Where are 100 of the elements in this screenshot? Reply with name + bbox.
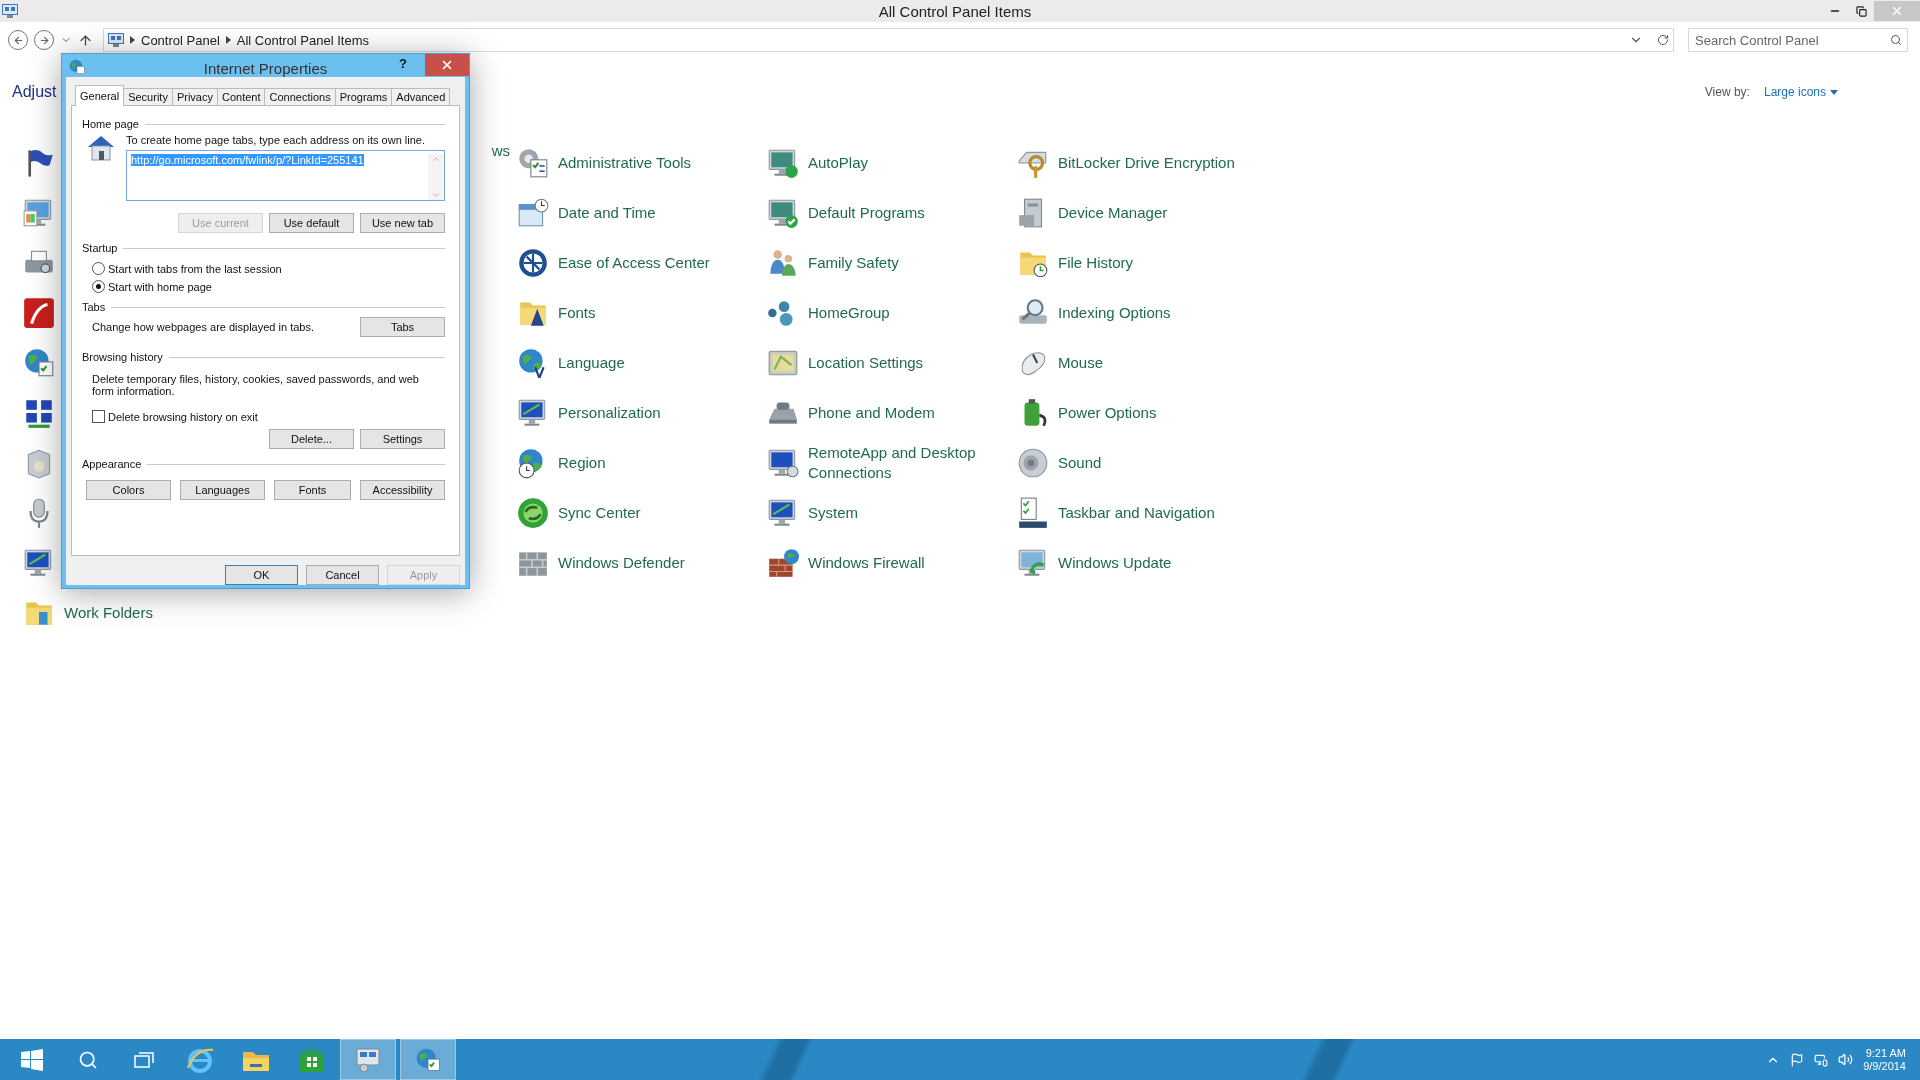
search-icon (78, 1049, 98, 1070)
control-panel-item[interactable]: Windows Update (1016, 538, 1346, 588)
windows-logo-icon (21, 1048, 43, 1071)
store-icon (299, 1046, 325, 1073)
checkbox-option[interactable]: Delete browsing history on exit (92, 410, 445, 423)
control-panel-item[interactable]: Indexing Options (1016, 288, 1346, 338)
section-title: Appearance (82, 458, 142, 470)
breadcrumb[interactable]: All Control Panel Items (236, 32, 369, 48)
radio-option[interactable]: Start with home page (92, 280, 445, 293)
clock[interactable]: 9:21 AM 9/9/2014 (1863, 1046, 1906, 1073)
network-icon[interactable] (1814, 1052, 1829, 1067)
chevron-down-icon (431, 190, 441, 200)
flag-icon[interactable] (1790, 1052, 1805, 1067)
control-panel-item[interactable]: Date and Time (516, 188, 766, 238)
control-panel-item[interactable]: Default Programs (766, 188, 1016, 238)
checklist-icon (1016, 496, 1050, 530)
control-panel-item[interactable]: File History (1016, 238, 1346, 288)
taskbar-button[interactable] (340, 1039, 396, 1080)
close-icon (1890, 4, 1904, 18)
control-panel-item[interactable]: HomeGroup (766, 288, 1016, 338)
home-page-description: To create home page tabs, type each address on its own line. (126, 134, 426, 146)
tab[interactable]: Security (123, 88, 173, 106)
wheel-icon (516, 246, 550, 280)
view-by-dropdown[interactable]: Large icons (1763, 85, 1838, 99)
dialog-button[interactable]: Fonts (274, 480, 351, 500)
breadcrumb-arrow-icon (225, 36, 231, 44)
section-title: Home page (82, 118, 139, 130)
brick-wall-icon (766, 546, 800, 580)
taskbar-button[interactable] (400, 1039, 456, 1080)
control-panel-item[interactable]: Ease of Access Center (516, 238, 766, 288)
control-panel-item[interactable]: Fonts (516, 288, 766, 338)
up-button[interactable] (78, 32, 93, 48)
history-description: Delete temporary files, history, cookies, saved passwords, and web form information. (92, 373, 420, 397)
dialog-button[interactable]: Tabs (360, 317, 445, 337)
arrow-left-icon (12, 34, 24, 46)
search-icon (1890, 34, 1902, 46)
house-icon (86, 134, 116, 162)
dialog-button[interactable]: Settings (360, 429, 445, 449)
control-panel-item[interactable]: RemoteApp and Desktop Connections (766, 438, 1016, 488)
dialog-button[interactable]: Cancel (306, 565, 379, 585)
dialog-button[interactable]: Accessibility (360, 480, 445, 500)
control-panel-item[interactable]: Windows Firewall (766, 538, 1016, 588)
dialog-button[interactable]: Languages (180, 480, 265, 500)
control-panel-item[interactable]: Administrative Tools (516, 138, 766, 188)
dialog-button[interactable]: OK (225, 565, 298, 585)
search-field[interactable]: Search Control Panel (1688, 28, 1908, 52)
dialog-button[interactable]: Colors (86, 480, 171, 500)
control-panel-item[interactable]: Sync Center (516, 488, 766, 538)
dialog-button[interactable]: Use new tab (360, 213, 445, 233)
control-panel-item[interactable]: Work Folders (22, 588, 516, 638)
item-label[interactable]: ws (491, 142, 510, 159)
control-panel-item[interactable]: Taskbar and Navigation (1016, 488, 1346, 538)
control-panel-icon (108, 33, 124, 47)
volume-icon[interactable] (1838, 1052, 1854, 1067)
close-button[interactable] (425, 54, 469, 76)
control-panel-item[interactable]: Location Settings (766, 338, 1016, 388)
control-panel-item[interactable]: Mouse (1016, 338, 1346, 388)
help-button[interactable]: ? (395, 56, 411, 71)
tab[interactable]: Programs (334, 88, 393, 106)
sync-icon (516, 496, 550, 530)
breadcrumb[interactable]: Control Panel (141, 32, 220, 48)
restore-icon (1855, 5, 1867, 17)
section-title: Browsing history (82, 351, 163, 363)
control-panel-item[interactable]: Sound (1016, 438, 1346, 488)
caret-icon (1830, 89, 1838, 95)
swoosh-icon (22, 296, 56, 330)
control-panel-item[interactable]: Personalization (516, 388, 766, 438)
control-panel-item[interactable]: AutoPlay (766, 138, 1016, 188)
task-view-icon (134, 1051, 154, 1068)
globe-icon (68, 58, 86, 76)
tab[interactable]: Privacy (171, 88, 218, 106)
section-title: Startup (82, 242, 118, 254)
control-panel-item[interactable]: Power Options (1016, 388, 1346, 438)
dialog-button[interactable]: Delete... (269, 429, 354, 449)
control-panel-item[interactable]: Language (516, 338, 766, 388)
radio-option[interactable]: Start with tabs from the last session (92, 262, 445, 275)
view-by-label: View by: (1704, 85, 1750, 99)
control-panel-item[interactable]: Phone and Modem (766, 388, 1016, 438)
speaker-icon (1016, 446, 1050, 480)
gear-icon (516, 146, 550, 180)
section-title: Tabs (82, 301, 106, 313)
close-icon (440, 58, 454, 72)
dialog-button[interactable]: Use default (269, 213, 354, 233)
address-bar[interactable]: Control Panel All Control Panel Items (103, 28, 1674, 52)
tab[interactable]: General (75, 85, 125, 106)
refresh-icon[interactable] (1657, 34, 1669, 46)
control-panel-item[interactable]: Windows Defender (516, 538, 766, 588)
chevron-up-icon (431, 154, 441, 164)
arrow-right-icon (38, 34, 50, 46)
tab[interactable]: Advanced (391, 88, 451, 106)
scrollbar[interactable] (428, 154, 444, 200)
control-panel-item[interactable]: Family Safety (766, 238, 1016, 288)
control-panel-item[interactable]: BitLocker Drive Encryption (1016, 138, 1346, 188)
monitor-icon (354, 1046, 382, 1073)
control-panel-item[interactable]: Device Manager (1016, 188, 1346, 238)
control-panel-item[interactable]: System (766, 488, 1016, 538)
breadcrumb-arrow-icon (130, 36, 135, 44)
dialog-title: Internet Properties (203, 60, 328, 77)
page-heading: Adjust (12, 83, 57, 101)
control-panel-item[interactable]: Region (516, 438, 766, 488)
